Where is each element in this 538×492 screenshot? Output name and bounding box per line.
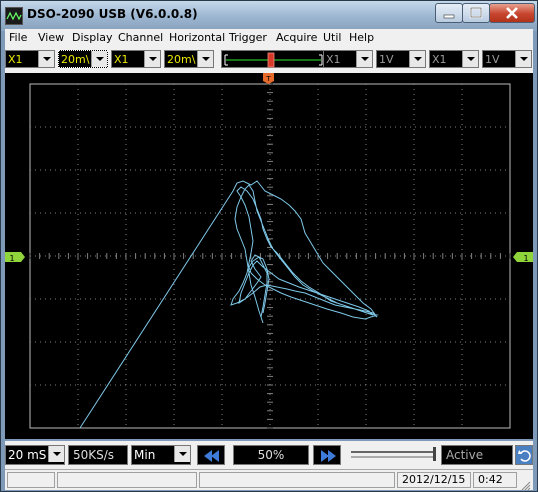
menu-trigger[interactable]: Trigger [229,31,267,44]
ch4-voltdiv-select[interactable]: 1V [482,50,532,68]
menu-display[interactable]: Display [72,31,113,44]
chevron-down-icon [174,446,190,462]
chevron-down-icon [462,51,478,67]
timebase-value: 20 mS [8,448,47,462]
double-left-arrow-icon [204,450,219,462]
oscilloscope-app-icon [5,7,23,25]
right-channel-marker-label: 1 [523,254,528,263]
scope-screen: T 1 1 [5,73,533,429]
resize-grip-icon[interactable] [519,476,531,491]
ch1-probe-value: X1 [8,53,23,66]
ch2-probe-value: X1 [114,53,129,66]
bottom-controls: 20 mS 50KS/s Min 50% Active [5,441,533,469]
trigger-position-slider[interactable] [221,50,325,68]
menu-bar: File View Display Channel Horizontal Tri… [5,29,533,47]
app-window: DSO-2090 USB (V6.0.0.8) File View Displa… [0,0,538,492]
menu-util[interactable]: Util [323,31,341,44]
close-button[interactable] [489,3,535,23]
ch2-voltdiv-select[interactable]: 20m\ [164,50,214,68]
minimize-button[interactable] [435,3,463,23]
menu-view[interactable]: View [38,31,64,44]
acquire-mode-value: Min [134,448,156,462]
right-channel-marker[interactable]: 1 [513,252,533,263]
ch1-voltdiv-select[interactable]: 20m\ [58,50,108,68]
chevron-down-icon [356,51,372,67]
scope-grid [29,83,511,429]
chevron-down-icon [197,51,213,67]
ch3-voltdiv-select[interactable]: 1V [376,50,426,68]
scroll-left-button[interactable] [197,445,225,465]
acquire-mode-select[interactable]: Min [131,445,191,465]
ch3-voltdiv-value: 1V [379,53,394,66]
chevron-down-icon [48,446,64,462]
maximize-button[interactable] [462,3,490,23]
scroll-right-button[interactable] [313,445,341,465]
left-channel-marker[interactable]: 1 [5,252,25,263]
timebase-select[interactable]: 20 mS [5,445,65,465]
chevron-down-icon [91,51,107,67]
scope-display[interactable]: T 1 1 [5,73,533,439]
menu-file[interactable]: File [9,31,27,44]
trigger-marker-label: T [265,75,271,83]
status-cell-empty-1 [7,472,55,488]
ch1-voltdiv-value: 20m\ [61,53,90,66]
menu-acquire[interactable]: Acquire [276,31,317,44]
refresh-icon [518,450,531,462]
ch4-voltdiv-value: 1V [485,53,500,66]
ch4-probe-value: X1 [432,53,447,66]
status-time: 0:42 [473,472,517,488]
left-channel-marker-label: 1 [9,254,14,263]
ch2-voltdiv-value: 20m\ [167,53,196,66]
chevron-down-icon [144,51,160,67]
ch4-probe-select[interactable]: X1 [429,50,479,68]
status-date: 2012/12/15 [397,472,471,488]
menu-channel[interactable]: Channel [118,31,163,44]
horizontal-position-slider[interactable] [349,445,437,465]
status-bar: 2012/12/15 0:42 [5,469,533,491]
ch3-probe-select[interactable]: X1 [323,50,373,68]
chevron-down-icon [38,51,54,67]
ch3-probe-value: X1 [326,53,341,66]
run-state-field: Active [441,445,513,465]
window-title: DSO-2090 USB (V6.0.0.8) [27,7,198,21]
title-bar[interactable]: DSO-2090 USB (V6.0.0.8) [1,1,537,29]
status-cell-empty-3 [199,472,395,488]
horizontal-position-field: 50% [233,445,309,465]
xy-trace [79,180,379,429]
ch1-probe-select[interactable]: X1 [5,50,55,68]
chevron-down-icon [409,51,425,67]
toolbar: X1 20m\ X1 20m\ X1 1V X1 1V [5,47,533,73]
autoset-button[interactable] [515,445,533,465]
menu-help[interactable]: Help [349,31,374,44]
ch2-probe-select[interactable]: X1 [111,50,161,68]
double-right-arrow-icon [321,450,336,462]
trigger-marker[interactable]: T [263,73,274,84]
menu-horizontal[interactable]: Horizontal [169,31,225,44]
status-cell-empty-2 [57,472,197,488]
chevron-down-icon [515,51,531,67]
sample-rate-field: 50KS/s [68,445,128,465]
